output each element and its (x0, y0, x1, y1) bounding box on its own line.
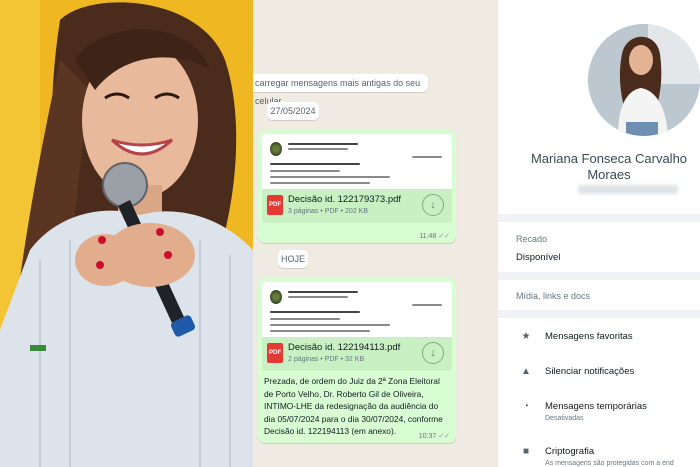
avatar[interactable] (588, 24, 700, 136)
media-links-docs[interactable]: Mídia, links e docs (498, 280, 700, 310)
bell-icon: ▲ (521, 366, 531, 377)
option-disappearing-messages[interactable]: ◔ Mensagens temporárias Desativadas (498, 399, 700, 429)
download-icon[interactable]: ↓ (422, 342, 444, 364)
document-preview[interactable] (262, 134, 452, 189)
contact-phone-redacted (578, 185, 678, 194)
option-encryption[interactable]: ■ Criptografia As mensagens são protegid… (498, 444, 700, 467)
load-older-messages-link[interactable]: carregar mensagens mais antigas do seu c… (253, 74, 428, 106)
date-separator: HOJE (278, 250, 308, 268)
download-icon[interactable]: ↓ (422, 194, 444, 216)
timer-icon: ◔ (522, 401, 530, 412)
court-seal-icon (270, 290, 282, 304)
document-preview[interactable] (262, 282, 452, 337)
speaker-photo-illustration (0, 0, 253, 467)
contact-options: ★ Mensagens favoritas ▲ Silenciar notifi… (498, 318, 700, 467)
pdf-icon: PDF (267, 343, 283, 363)
option-sublabel: As mensagens são protegidas com a end (545, 460, 674, 467)
document-attachment[interactable]: PDF Decisão id. 122194113.pdf 2 páginas … (262, 337, 452, 371)
document-meta: 2 páginas • PDF • 32 KB (288, 356, 365, 363)
double-check-icon: ✓✓ (438, 233, 450, 240)
double-check-icon: ✓✓ (438, 433, 450, 440)
document-name: Decisão id. 122179373.pdf (288, 194, 402, 205)
option-label: Criptografia (545, 446, 595, 457)
star-icon: ★ (521, 331, 531, 342)
profile-card: Mariana Fonseca Carvalho Moraes (498, 0, 700, 214)
contact-name: Mariana Fonseca Carvalho Moraes (530, 151, 688, 182)
lock-icon: ■ (522, 446, 530, 457)
document-name: Decisão id. 122194113.pdf (288, 342, 401, 353)
message-time: 10:37 ✓✓ (418, 433, 450, 440)
option-starred-messages[interactable]: ★ Mensagens favoritas (498, 329, 700, 359)
option-mute-notifications[interactable]: ▲ Silenciar notificações (498, 364, 700, 394)
avatar-illustration (588, 24, 700, 136)
option-label: Mensagens favoritas (545, 331, 633, 342)
about-value: Disponível (516, 252, 561, 263)
contact-info-panel: Mariana Fonseca Carvalho Moraes Recado D… (498, 0, 700, 467)
about-section: Recado Disponível (498, 222, 700, 272)
option-label: Mensagens temporárias (545, 401, 647, 412)
message-bubble[interactable]: PDF Decisão id. 122194113.pdf 2 páginas … (258, 278, 456, 443)
message-text: Prezada, de ordem do Juiz da 2ª Zona Ele… (264, 376, 443, 436)
message-time: 11:48 ✓✓ (419, 233, 450, 240)
date-separator: 27/05/2024 (267, 102, 319, 120)
chat-panel: carregar mensagens mais antigas do seu c… (253, 0, 498, 467)
about-label: Recado (516, 234, 548, 244)
court-seal-icon (270, 142, 282, 156)
speaker-photo (0, 0, 253, 467)
media-label: Mídia, links e docs (516, 291, 591, 301)
message-bubble[interactable]: PDF Decisão id. 122179373.pdf 3 páginas … (258, 130, 456, 243)
option-sublabel: Desativadas (545, 415, 584, 422)
pdf-icon: PDF (267, 195, 283, 215)
document-attachment[interactable]: PDF Decisão id. 122179373.pdf 3 páginas … (262, 189, 452, 223)
document-meta: 3 páginas • PDF • 202 KB (288, 208, 369, 215)
option-label: Silenciar notificações (545, 366, 635, 377)
